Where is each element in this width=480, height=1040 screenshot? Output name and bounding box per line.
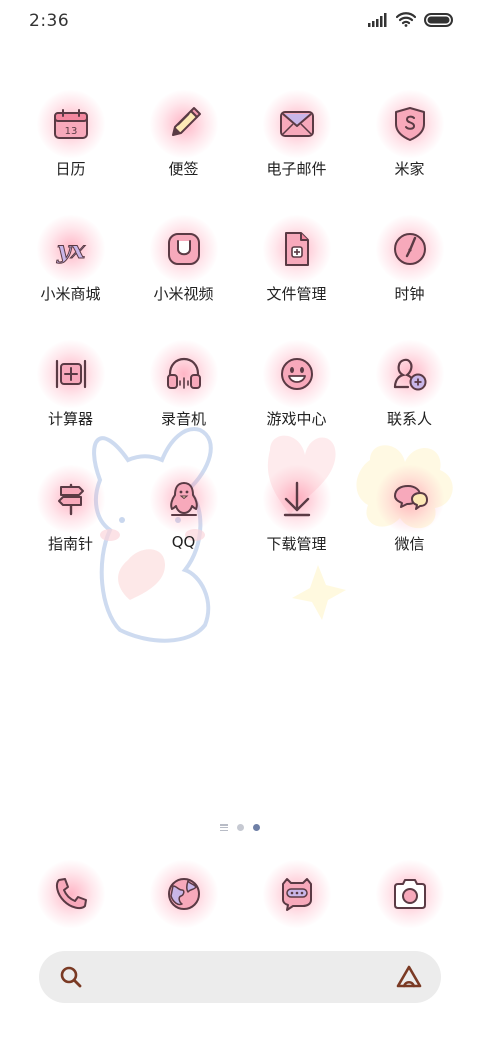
search-icon <box>60 966 82 988</box>
page-indicator[interactable] <box>0 824 480 831</box>
app-label: 游戏中心 <box>266 410 327 428</box>
messages-cat-icon <box>262 860 331 928</box>
notes-pencil-icon <box>149 90 218 158</box>
mi-store-icon: yx <box>36 215 105 283</box>
app-file-manager[interactable]: 文件管理 <box>240 215 353 346</box>
status-time: 2:36 <box>29 11 70 31</box>
browser-globe-icon <box>149 860 218 928</box>
app-mi-video[interactable]: 小米视频 <box>127 215 240 346</box>
dock-camera[interactable] <box>353 860 466 928</box>
app-label: 电子邮件 <box>266 160 327 178</box>
app-qq[interactable]: QQ <box>127 465 240 596</box>
app-compass[interactable]: 指南针 <box>14 465 127 596</box>
calendar-icon: 13 <box>36 90 105 158</box>
calculator-icon <box>36 340 105 408</box>
status-icons <box>368 12 454 27</box>
app-recorder[interactable]: 录音机 <box>127 340 240 471</box>
status-bar: 2:36 <box>0 0 480 44</box>
wifi-icon <box>396 12 416 27</box>
cellular-signal-icon <box>368 12 387 27</box>
app-label: 小米商城 <box>40 285 101 303</box>
dock-messages[interactable] <box>240 860 353 928</box>
email-icon <box>262 90 331 158</box>
app-mi-store[interactable]: yx 小米商城 <box>14 215 127 346</box>
app-game-center[interactable]: 游戏中心 <box>240 340 353 471</box>
app-calculator[interactable]: 计算器 <box>14 340 127 471</box>
add-contact-icon <box>375 340 444 408</box>
signpost-icon <box>36 465 105 533</box>
dock <box>14 860 466 928</box>
app-label: 米家 <box>394 160 425 178</box>
app-label: 小米视频 <box>153 285 214 303</box>
app-downloads[interactable]: 下载管理 <box>240 465 353 596</box>
file-manager-icon <box>262 215 331 283</box>
app-label: 日历 <box>55 160 86 178</box>
app-label: 下载管理 <box>266 535 327 553</box>
search-bar[interactable] <box>39 951 441 1005</box>
app-label: 录音机 <box>160 410 206 428</box>
video-icon <box>149 215 218 283</box>
app-contacts[interactable]: 联系人 <box>353 340 466 471</box>
mijia-shield-icon <box>375 90 444 158</box>
app-calendar[interactable]: 13 日历 <box>14 90 127 221</box>
dock-browser[interactable] <box>127 860 240 928</box>
page-dot-active <box>253 824 260 831</box>
app-label: 计算器 <box>47 410 93 428</box>
headphones-icon <box>149 340 218 408</box>
app-label: 便签 <box>168 160 199 178</box>
dock-phone[interactable] <box>14 860 127 928</box>
download-arrow-icon <box>262 465 331 533</box>
app-email[interactable]: 电子邮件 <box>240 90 353 221</box>
battery-icon <box>424 12 453 27</box>
calendar-icon-date: 13 <box>64 126 77 137</box>
app-notes[interactable]: 便签 <box>127 90 240 221</box>
page-dot <box>237 824 244 831</box>
app-clock[interactable]: 时钟 <box>353 215 466 346</box>
smiley-icon <box>262 340 331 408</box>
page-indicator-menu-icon <box>220 824 228 831</box>
app-label: 联系人 <box>386 410 432 428</box>
chat-bubbles-icon <box>375 465 444 533</box>
app-label: 文件管理 <box>266 285 327 303</box>
app-label: 微信 <box>394 535 425 553</box>
phone-icon <box>36 860 105 928</box>
app-mijia[interactable]: 米家 <box>353 90 466 221</box>
penguin-icon <box>149 465 218 533</box>
app-grid: 13 日历 便签 电子邮件 米家 yx 小米商城 小米视频 文件管理 时钟 计算… <box>14 90 466 596</box>
app-label: QQ <box>171 533 196 551</box>
mi-store-icon-text: yx <box>55 235 85 264</box>
camera-icon <box>375 860 444 928</box>
search-input[interactable] <box>99 951 383 1005</box>
clock-icon <box>375 215 444 283</box>
app-wechat[interactable]: 微信 <box>353 465 466 596</box>
app-label: 指南针 <box>47 535 93 553</box>
app-label: 时钟 <box>394 285 425 303</box>
assistant-icon[interactable] <box>395 964 423 990</box>
